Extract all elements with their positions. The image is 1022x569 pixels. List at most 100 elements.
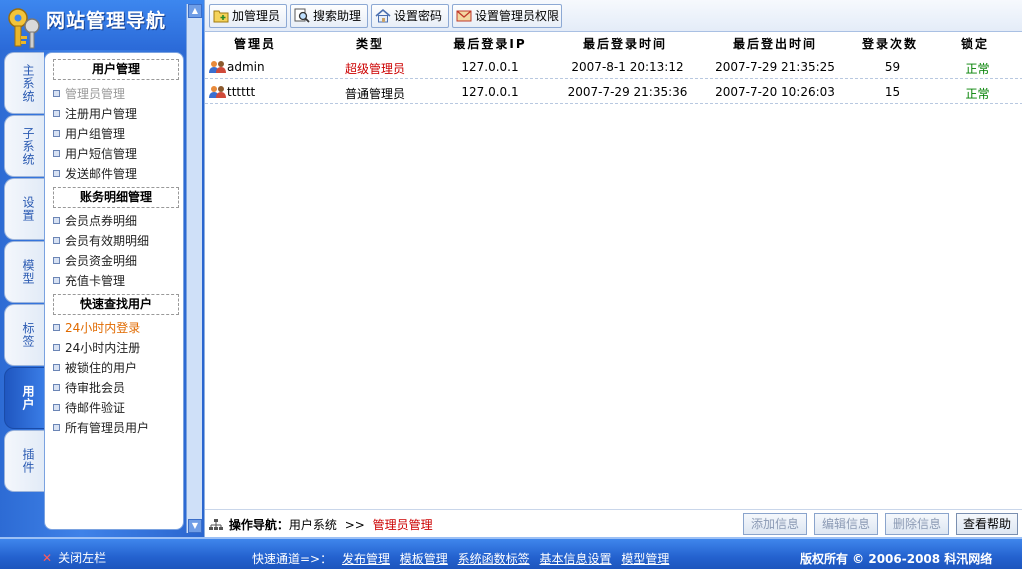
col-login-count: 登录次数 [861,37,918,51]
main-content: 加管理员 搜索助理 设置密码 设置管理员权限 管理员 类型 最后登录IP 最后登… [204,0,1022,537]
col-last-login: 最后登录时间 [582,37,667,51]
menu-item-pending-members[interactable]: 待审批会员 [52,379,125,396]
search-icon [294,8,310,23]
users-icon [209,86,226,98]
menu-group-title: 用户管理 [53,59,179,80]
menu-item-recharge-cards[interactable]: 充值卡管理 [52,272,125,289]
operation-navbar: 操作导航：用户系统 >> 管理员管理 添加信息 编辑信息 删除信息 查看帮助 [205,509,1022,537]
cell-login-count: 15 [884,85,901,99]
menu-item-send-mail[interactable]: 发送邮件管理 [52,165,137,182]
tab-label: 子系统 [21,126,35,166]
delete-info-button[interactable]: 删除信息 [885,513,949,535]
close-left-label: 关闭左栏 [58,551,107,565]
quick-label: 快速通道=>： [252,552,333,566]
cell-name[interactable]: tttttt [227,85,255,99]
cell-status: 正常 [965,62,990,76]
menu-group-title: 快速查找用户 [53,294,179,315]
cell-ip: 127.0.0.1 [461,85,519,99]
scroll-up-icon[interactable]: ▲ [188,4,202,18]
view-help-button[interactable]: 查看帮助 [956,513,1018,535]
breadcrumb-label: 操作导航： [228,518,289,532]
tab-plugins[interactable]: 插件 [4,430,44,492]
close-icon: ✕ [42,551,53,565]
footer-bar: ✕ 关闭左栏 快速通道=>： 发布管理 模板管理 系统函数标签 基本信息设置 模型… [0,537,1022,569]
add-admin-button[interactable]: 加管理员 [209,4,287,28]
menu-item-validity-detail[interactable]: 会员有效期明细 [52,232,149,249]
menu-item-login-24h[interactable]: 24小时内登录 [52,319,140,336]
menu-item-registered-users[interactable]: 注册用户管理 [52,105,137,122]
table-row[interactable]: tttttt 普通管理员 127.0.0.1 2007-7-29 21:35:3… [205,80,1022,104]
cell-last-logout: 2007-7-29 21:35:25 [715,60,835,74]
nav-title: 网站管理导航 [46,10,167,32]
link-system-function-tags[interactable]: 系统函数标签 [458,552,530,566]
tab-label: 用户 [21,385,35,411]
menu-item-pending-email[interactable]: 待邮件验证 [52,399,125,416]
set-password-label: 设置密码 [394,9,443,23]
nav-menu: 用户管理 管理员管理 注册用户管理 用户组管理 用户短信管理 发送邮件管理 账务… [44,52,184,530]
set-permissions-label: 设置管理员权限 [475,9,560,23]
menu-item-register-24h[interactable]: 24小时内注册 [52,339,140,356]
scroll-down-icon[interactable]: ▼ [188,519,202,533]
menu-item-funds-detail[interactable]: 会员资金明细 [52,252,137,269]
col-locked: 锁定 [960,37,989,51]
breadcrumb-admin-manage: 管理员管理 [372,518,433,532]
col-last-logout: 最后登出时间 [732,37,817,51]
menu-item-locked-users[interactable]: 被锁住的用户 [52,359,137,376]
table-header: 管理员 类型 最后登录IP 最后登录时间 最后登出时间 登录次数 锁定 [205,34,1022,54]
tab-label: 主系统 [21,63,35,103]
cell-login-count: 59 [884,60,901,74]
cell-name[interactable]: admin [227,60,265,74]
cell-last-logout: 2007-7-20 10:26:03 [715,85,835,99]
mail-icon [456,10,472,22]
table-row[interactable]: admin 超级管理员 127.0.0.1 2007-8-1 20:13:12 … [205,55,1022,79]
search-helper-button[interactable]: 搜索助理 [290,4,368,28]
copyright: 版权所有 © 2006-2008 科汛网络 [800,552,993,566]
toolbar: 加管理员 搜索助理 设置密码 设置管理员权限 [205,0,1022,32]
tab-label: 模型 [21,259,35,285]
menu-item-admin-manage[interactable]: 管理员管理 [52,85,125,102]
quick-links: 快速通道=>： 发布管理 模板管理 系统函数标签 基本信息设置 模型管理 [252,550,669,567]
menu-item-user-groups[interactable]: 用户组管理 [52,125,125,142]
col-admin: 管理员 [233,37,276,51]
menu-group-title: 账务明细管理 [53,187,179,208]
cell-status: 正常 [965,87,990,101]
close-left-button[interactable]: ✕ 关闭左栏 [42,549,106,566]
tab-main-system[interactable]: 主系统 [4,52,44,114]
set-permissions-button[interactable]: 设置管理员权限 [452,4,562,28]
link-template-manage[interactable]: 模板管理 [400,552,448,566]
tab-label: 标签 [21,322,35,348]
add-admin-label: 加管理员 [232,9,281,23]
search-helper-label: 搜索助理 [313,9,362,23]
cell-last-login: 2007-8-1 20:13:12 [571,60,684,74]
left-navigation: 网站管理导航 主系统 子系统 设置 模型 标签 用户 插件 用户管理 管理员管理… [0,0,204,537]
nav-scrollbar[interactable]: ▲ ▼ [186,4,202,533]
tab-label: 插件 [21,448,35,474]
edit-info-button[interactable]: 编辑信息 [814,513,878,535]
breadcrumb-user-system[interactable]: 用户系统 [289,518,337,532]
set-password-button[interactable]: 设置密码 [371,4,449,28]
tab-label: 设置 [21,196,35,222]
link-model-manage[interactable]: 模型管理 [621,552,669,566]
menu-item-all-admins[interactable]: 所有管理员用户 [52,419,149,436]
tab-sub-system[interactable]: 子系统 [4,115,44,177]
menu-item-user-sms[interactable]: 用户短信管理 [52,145,137,162]
app-window: 网站管理导航 主系统 子系统 设置 模型 标签 用户 插件 用户管理 管理员管理… [0,0,1022,569]
cell-type: 普通管理员 [344,87,405,101]
add-info-button[interactable]: 添加信息 [743,513,807,535]
tab-tags[interactable]: 标签 [4,304,44,366]
nav-header: 网站管理导航 [0,0,204,50]
breadcrumb: 操作导航：用户系统 >> 管理员管理 [209,516,433,533]
users-icon [209,61,226,73]
link-basic-info-settings[interactable]: 基本信息设置 [539,552,611,566]
tab-users[interactable]: 用户 [4,367,44,429]
menu-item-points-detail[interactable]: 会员点券明细 [52,212,137,229]
col-type: 类型 [355,37,384,51]
keys-logo-icon [8,8,40,49]
link-publish-manage[interactable]: 发布管理 [342,552,390,566]
cell-type: 超级管理员 [344,62,405,76]
col-last-ip: 最后登录IP [453,37,527,51]
tab-model[interactable]: 模型 [4,241,44,303]
cell-ip: 127.0.0.1 [461,60,519,74]
cell-last-login: 2007-7-29 21:35:36 [567,85,688,99]
tab-settings[interactable]: 设置 [4,178,44,240]
